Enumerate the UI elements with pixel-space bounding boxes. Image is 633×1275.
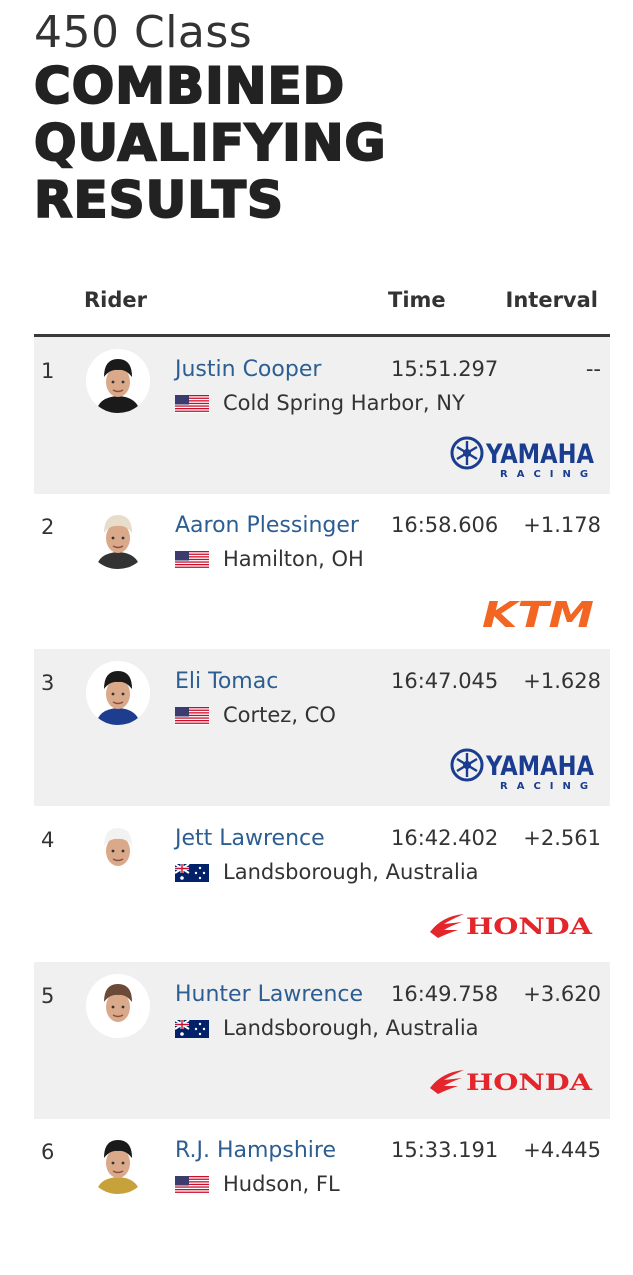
- qualifying-time: 16:47.045: [391, 669, 499, 693]
- rider-name-link[interactable]: Hunter Lawrence: [175, 982, 363, 1007]
- rider-hometown: Landsborough, Australia: [174, 860, 479, 884]
- rider-name-link[interactable]: Jett Lawrence: [175, 826, 325, 851]
- title-line-3: RESULTS: [33, 171, 284, 230]
- table-row: 5 Hunter Lawrence Landsborough, Australia 1…: [34, 962, 610, 1119]
- time-interval: +1.628: [523, 669, 601, 693]
- time-interval: +4.445: [523, 1138, 601, 1162]
- australia-flag-icon: [174, 1019, 209, 1038]
- honda-logo: HONDA: [428, 910, 596, 944]
- hometown-text: Cortez, CO: [223, 703, 336, 727]
- svg-text:RACING: RACING: [500, 781, 596, 791]
- table-row: 1 Justin Cooper Cold Spring Harbor, NY 15:5…: [34, 337, 610, 494]
- title-line-2: QUALIFYING: [33, 114, 387, 173]
- rider-position: 1: [41, 359, 55, 383]
- table-row: 4 Jett Lawrence Landsborough, Australia 16:…: [34, 806, 610, 963]
- rider-hometown: Cold Spring Harbor, NY: [175, 391, 465, 415]
- rider-avatar: [86, 661, 150, 725]
- time-interval: +2.561: [523, 826, 601, 850]
- svg-text:YAMAHA: YAMAHA: [485, 439, 594, 470]
- time-interval: +1.178: [523, 513, 601, 537]
- table-header: Rider Time Interval: [34, 282, 610, 337]
- table-row: 3 Eli Tomac Cortez, CO 16:47.045 +1.628 YAMAH…: [34, 649, 610, 806]
- rider-position: 5: [41, 984, 55, 1008]
- usa-flag-icon: [175, 550, 209, 569]
- rider-hometown: Hudson, FL: [175, 1172, 340, 1196]
- class-label: 450 Class: [34, 7, 253, 58]
- rider-avatar: [86, 974, 150, 1038]
- rider-avatar: [86, 505, 150, 569]
- hometown-text: Landsborough, Australia: [223, 860, 479, 884]
- honda-logo: HONDA: [428, 1066, 596, 1100]
- rider-hometown: Hamilton, OH: [175, 547, 364, 571]
- hometown-text: Hamilton, OH: [223, 547, 364, 571]
- hometown-text: Hudson, FL: [223, 1172, 340, 1196]
- hometown-text: Landsborough, Australia: [223, 1016, 479, 1040]
- rider-name-link[interactable]: Eli Tomac: [175, 669, 278, 694]
- rider-avatar: [86, 349, 150, 413]
- rider-hometown: Landsborough, Australia: [174, 1016, 479, 1040]
- australia-flag-icon: [174, 863, 209, 882]
- column-header-interval: Interval: [505, 288, 598, 312]
- rider-position: 4: [41, 828, 55, 852]
- rider-avatar: [86, 1130, 150, 1194]
- page-heading: 450 Class COMBINED QUALIFYING RESULTS: [33, 7, 387, 230]
- rider-hometown: Cortez, CO: [175, 703, 336, 727]
- qualifying-time: 16:42.402: [391, 826, 499, 850]
- usa-flag-icon: [175, 394, 209, 413]
- title-line-1: COMBINED: [33, 57, 346, 116]
- rider-name-link[interactable]: Aaron Plessinger: [175, 513, 359, 538]
- svg-text:HONDA: HONDA: [466, 1070, 593, 1096]
- rider-name-link[interactable]: Justin Cooper: [175, 357, 321, 382]
- rider-name-link[interactable]: R.J. Hampshire: [175, 1138, 336, 1163]
- column-header-time: Time: [388, 288, 446, 312]
- svg-text:YAMAHA: YAMAHA: [485, 751, 594, 782]
- time-interval: +3.620: [523, 982, 601, 1006]
- rider-position: 6: [41, 1140, 55, 1164]
- usa-flag-icon: [175, 706, 209, 725]
- usa-flag-icon: [175, 1175, 209, 1194]
- rider-position: 2: [41, 515, 55, 539]
- svg-text:RACING: RACING: [500, 469, 596, 479]
- rider-avatar: [86, 818, 150, 882]
- hometown-text: Cold Spring Harbor, NY: [223, 391, 465, 415]
- column-header-rider: Rider: [84, 288, 147, 312]
- qualifying-time: 15:33.191: [391, 1138, 499, 1162]
- ktm-logo: KTM: [480, 595, 596, 636]
- rider-position: 3: [41, 671, 55, 695]
- table-row: 6 R.J. Hampshire Hudson, FL 15:33.191 +4.445: [34, 1118, 610, 1275]
- svg-text:KTM: KTM: [482, 597, 594, 631]
- qualifying-time: 16:58.606: [391, 513, 499, 537]
- yamaha-logo: YAMAHA RACING: [450, 747, 596, 795]
- table-row: 2 Aaron Plessinger Hamilton, OH 16:58.606 +1…: [34, 493, 610, 650]
- qualifying-time: 16:49.758: [391, 982, 499, 1006]
- yamaha-logo: YAMAHA RACING: [450, 435, 596, 483]
- time-interval: --: [585, 357, 601, 381]
- svg-text:HONDA: HONDA: [466, 914, 593, 940]
- qualifying-time: 15:51.297: [391, 357, 499, 381]
